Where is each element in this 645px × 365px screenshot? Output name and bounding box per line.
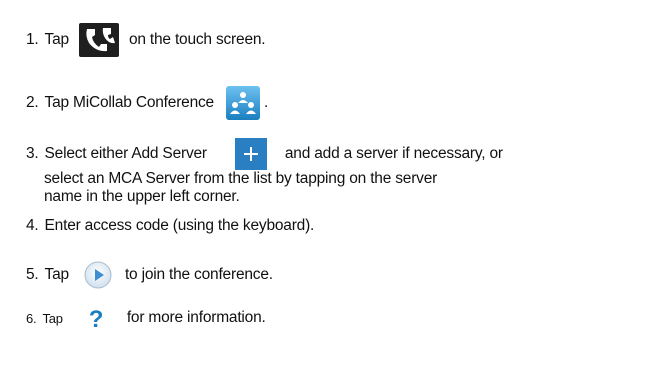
step-number: 5. (26, 266, 39, 283)
step-3-line-3: name in the upper left corner. (44, 188, 240, 205)
step-text-before: Select either Add Server (44, 145, 208, 162)
step-number: 6. (26, 310, 37, 326)
step-2: 2. Tap MiCollab Conference . (26, 86, 268, 120)
play-join-icon (83, 260, 113, 290)
step-number: 3. (26, 145, 39, 162)
step-number: 2. (26, 94, 39, 111)
step-text: Enter access code (using the keyboard). (44, 217, 315, 234)
svg-text:?: ? (89, 306, 103, 333)
phone-handset-icon (78, 23, 119, 57)
add-plus-icon (234, 138, 267, 170)
step-text-after: and add a server if necessary, or (284, 145, 503, 162)
step-text-after: for more information. (126, 309, 266, 326)
step-text-before: Tap MiCollab Conference (44, 94, 215, 111)
conference-participants-icon (225, 86, 260, 120)
step-5: 5. Tap to join the conference. (26, 260, 273, 290)
step-text-after: . (263, 94, 269, 111)
step-number: 1. (26, 31, 39, 48)
step-text-after: on the touch screen. (128, 31, 266, 48)
step-1: 1. Tap on the touch screen. (26, 23, 266, 57)
help-question-icon: ? (80, 302, 111, 334)
step-3-line-2: select an MCA Server from the list by ta… (44, 170, 438, 187)
step-text-before: Tap (44, 31, 70, 48)
step-text-before: Tap (44, 266, 70, 283)
step-3: 3. Select either Add Server and add a se… (26, 138, 503, 170)
step-text-before: Tap (42, 310, 63, 326)
step-6: 6. Tap ? for more information. (26, 302, 266, 334)
step-text-after: to join the conference. (124, 266, 273, 283)
step-4: 4. Enter access code (using the keyboard… (26, 216, 314, 236)
step-number: 4. (26, 217, 39, 234)
